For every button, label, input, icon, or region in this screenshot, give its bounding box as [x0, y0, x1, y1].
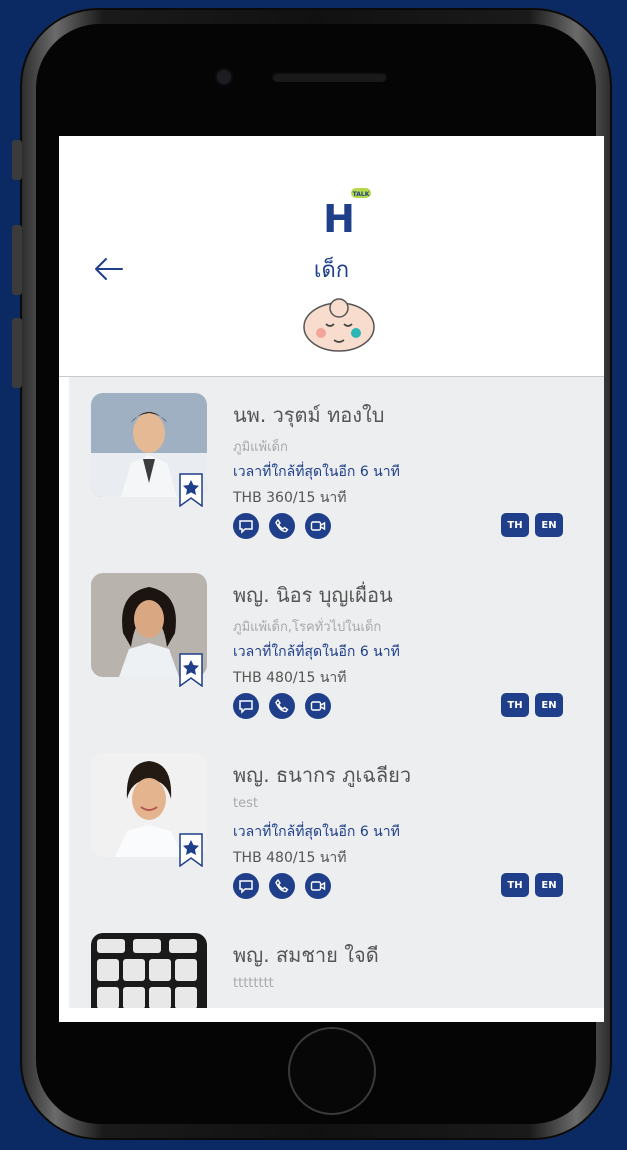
doctor-availability: เวลาที่ใกล้ที่สุดในอีก 6 นาที	[233, 644, 400, 660]
app-screen: TALK H เด็ก นพ. วรุตม์ ทองใบ ภูมิแพ้เด็ก…	[59, 136, 604, 1022]
video-call-icon[interactable]	[305, 693, 331, 719]
bookmark-star-icon[interactable]	[179, 653, 203, 687]
doctor-price: THB 480/15 นาที	[233, 670, 347, 686]
doctor-card[interactable]: พญ. ธนากร ภูเฉลียว test เวลาที่ใกล้ที่สุ…	[69, 737, 604, 907]
screen-bottom-strip	[59, 1008, 604, 1022]
bookmark-star-icon[interactable]	[179, 833, 203, 867]
doctor-availability: เวลาที่ใกล้ที่สุดในอีก 6 นาที	[233, 824, 400, 840]
doctor-name: พญ. สมชาย ใจดี	[233, 943, 379, 967]
lang-th-badge: TH	[501, 693, 529, 717]
mute-switch	[12, 140, 22, 180]
doctor-card[interactable]: นพ. วรุตม์ ทองใบ ภูมิแพ้เด็ก เวลาที่ใกล้…	[69, 377, 604, 547]
lang-en-badge: EN	[535, 513, 563, 537]
doctor-list[interactable]: นพ. วรุตม์ ทองใบ ภูมิแพ้เด็ก เวลาที่ใกล้…	[69, 377, 604, 1008]
htalk-logo: TALK H	[323, 188, 371, 236]
doctor-name: พญ. ธนากร ภูเฉลียว	[233, 763, 412, 787]
doctor-price: THB 480/15 นาที	[233, 850, 347, 866]
home-button[interactable]	[288, 1027, 376, 1115]
front-camera	[217, 70, 231, 84]
page-title: เด็ก	[313, 258, 350, 283]
doctor-specialty: ภูมิแพ้เด็ก	[233, 440, 288, 455]
bookmark-star-icon[interactable]	[179, 473, 203, 507]
doctor-name: นพ. วรุตม์ ทองใบ	[233, 403, 385, 427]
lang-th-badge: TH	[501, 513, 529, 537]
logo-badge-text: TALK	[353, 191, 370, 198]
lang-en-badge: EN	[535, 873, 563, 897]
earpiece-speaker	[272, 72, 387, 82]
header: TALK H เด็ก	[59, 136, 604, 377]
video-call-icon[interactable]	[305, 513, 331, 539]
doctor-name: พญ. นิอร บุญเผื่อน	[233, 583, 393, 607]
doctor-photo	[91, 933, 207, 1008]
baby-face-icon	[303, 298, 375, 352]
doctor-specialty: test	[233, 796, 258, 811]
phone-call-icon[interactable]	[269, 873, 295, 899]
doctor-price: THB 360/15 นาที	[233, 490, 347, 506]
phone-call-icon[interactable]	[269, 513, 295, 539]
phone-call-icon[interactable]	[269, 693, 295, 719]
volume-down-button	[12, 318, 22, 388]
doctor-card[interactable]: พญ. สมชาย ใจดี tttttttt	[69, 917, 604, 1008]
doctor-specialty: ภูมิแพ้เด็ก,โรคทั่วไปในเด็ก	[233, 620, 382, 635]
logo-letter: H	[323, 197, 355, 236]
doctor-availability: เวลาที่ใกล้ที่สุดในอีก 6 นาที	[233, 464, 400, 480]
volume-up-button	[12, 225, 22, 295]
chat-icon[interactable]	[233, 513, 259, 539]
doctor-card[interactable]: พญ. นิอร บุญเผื่อน ภูมิแพ้เด็ก,โรคทั่วไป…	[69, 557, 604, 727]
video-call-icon[interactable]	[305, 873, 331, 899]
lang-en-badge: EN	[535, 693, 563, 717]
lang-th-badge: TH	[501, 873, 529, 897]
doctor-specialty: tttttttt	[233, 976, 274, 991]
chat-icon[interactable]	[233, 873, 259, 899]
chat-icon[interactable]	[233, 693, 259, 719]
